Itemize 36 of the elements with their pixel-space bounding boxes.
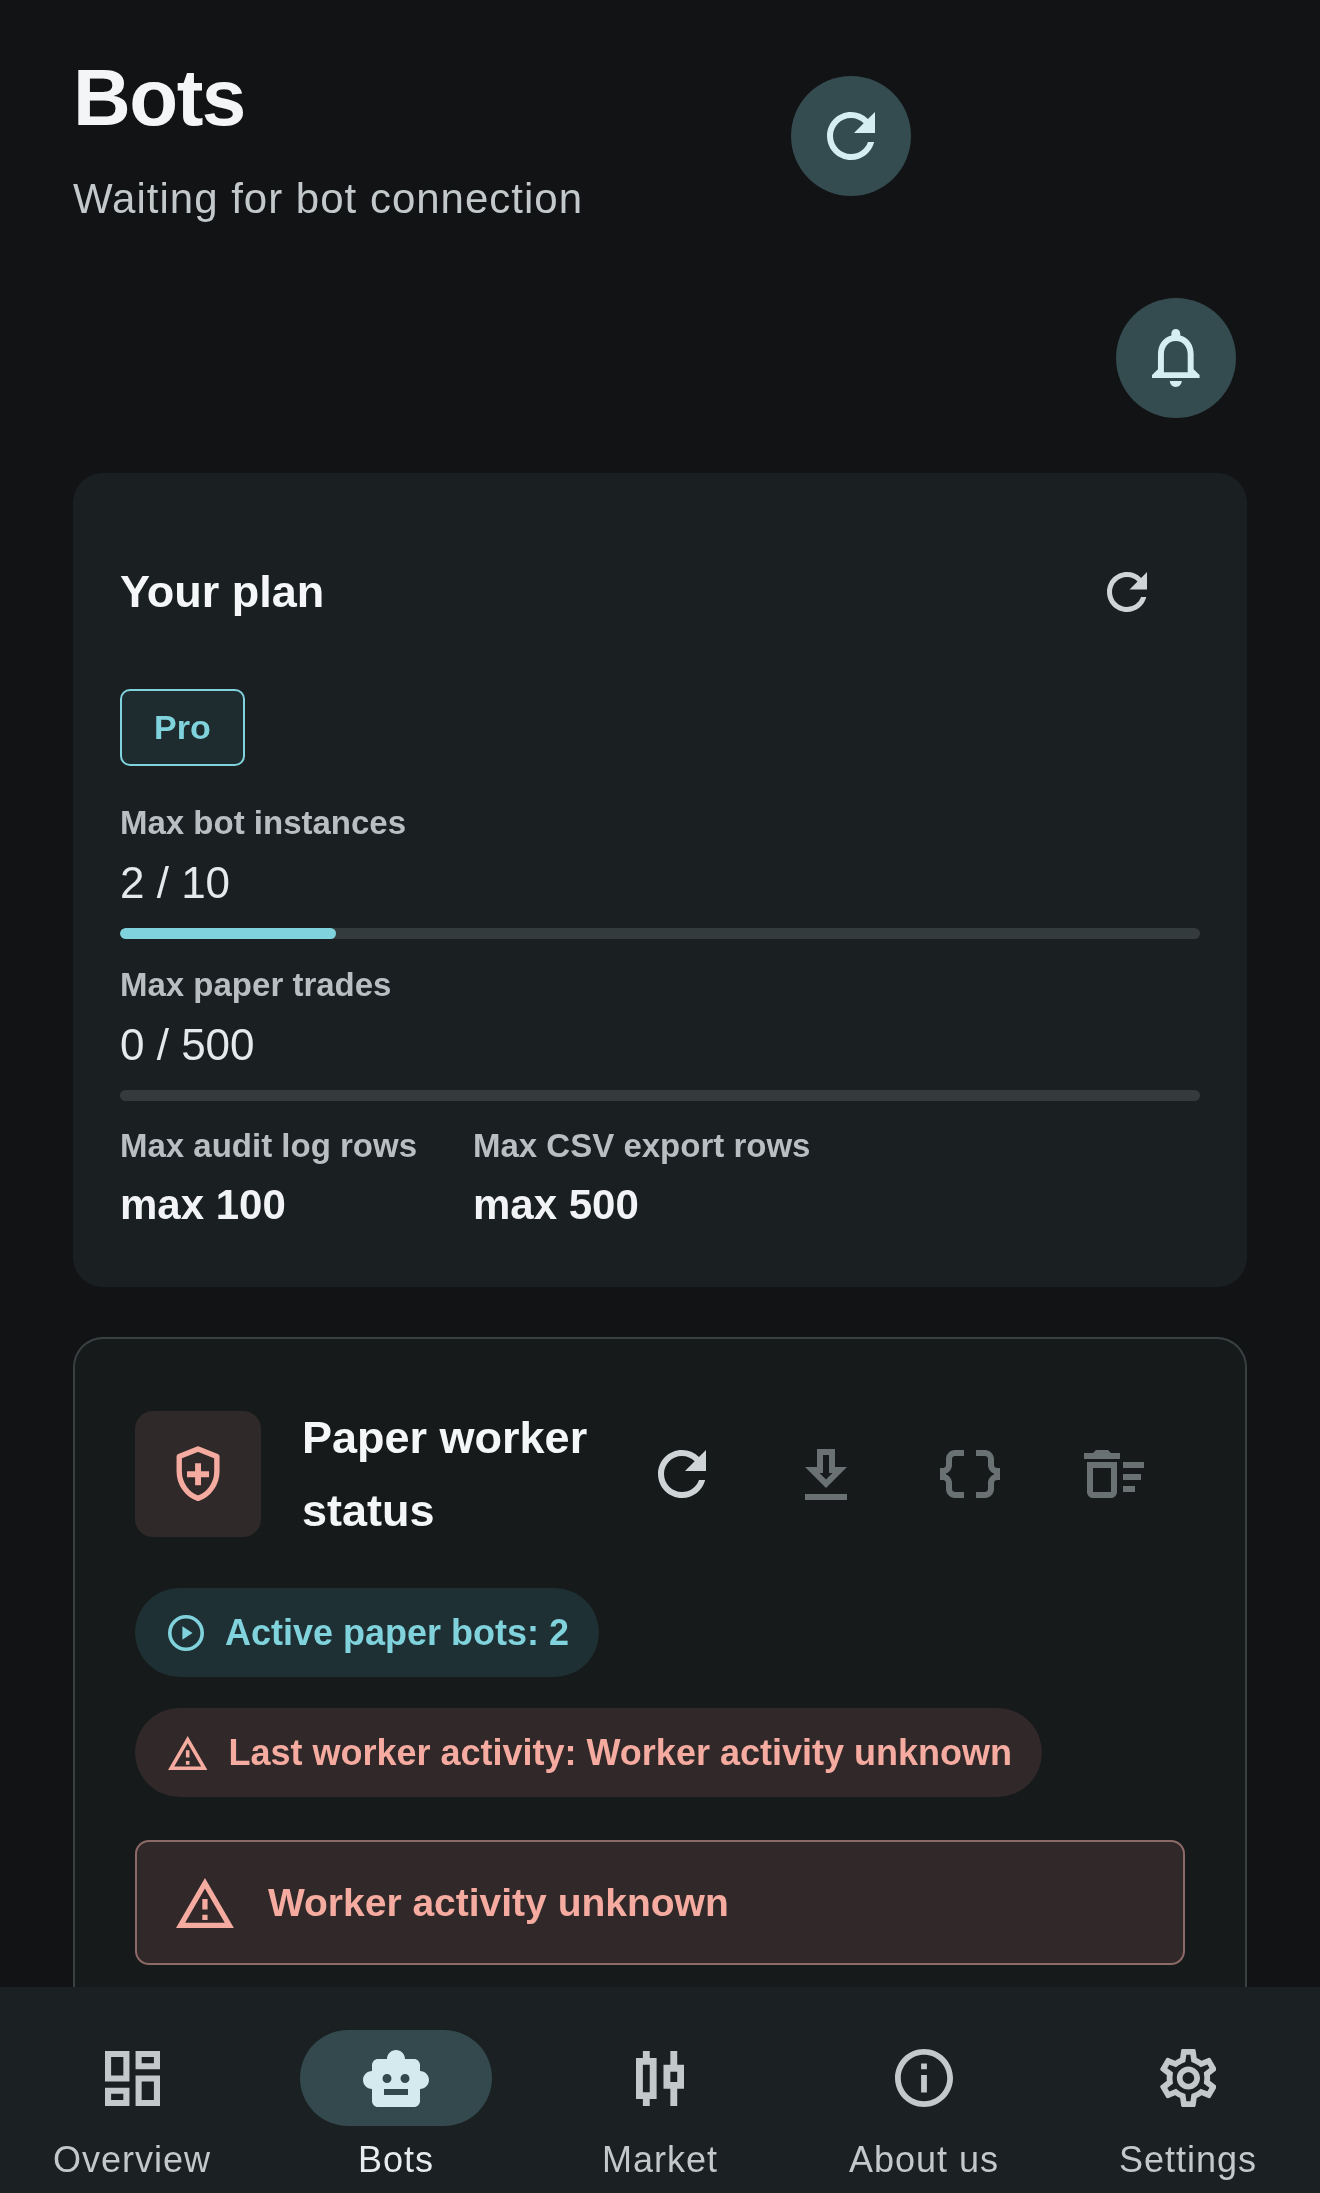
cap-value: max 500 [473,1180,639,1230]
refresh-icon [1107,572,1147,612]
nav-item[interactable]: Overview [0,1987,264,2193]
refresh-icon [827,112,875,160]
settings-icon [1159,2049,1217,2107]
warning-icon [168,1735,208,1770]
alert-text: Worker activity unknown [267,1880,729,1925]
chip-label: Active paper bots: 2 [225,1611,570,1654]
warning-icon [176,1877,234,1928]
dashboard-icon [104,2050,160,2106]
braces-icon [940,1450,1000,1498]
shield-icon [135,1411,261,1537]
nav-item[interactable]: Market [528,1987,792,2193]
limit-reading: 2 / 10 [120,858,231,908]
bell-icon [1152,329,1200,387]
nav-item[interactable]: About us [792,1987,1056,2193]
info-icon [895,2049,953,2107]
cap-label: Max audit log rows [120,1126,418,1166]
trash-icon [1084,1450,1144,1498]
card-title: Your plan [120,565,326,619]
nav-item[interactable]: Settings [1056,1987,1320,2193]
nav-item[interactable]: Bots [264,1987,528,2193]
cap-value: max 100 [120,1180,286,1230]
limit-label: Max bot instances [120,803,407,843]
chip-label: Last worker activity: Worker activity unknown [228,1731,1012,1774]
refresh-icon [658,1450,706,1498]
play-circle-icon [168,1614,204,1651]
cap-label: Max CSV export rows [473,1126,811,1166]
plan-tier-badge: Pro [120,689,245,766]
candlestick-icon [635,2050,685,2106]
page-title: Bots [73,53,245,143]
limit-label: Max paper trades [120,965,392,1005]
limit-reading: 0 / 500 [120,1020,255,1070]
card-title: Paper worker status [302,1411,589,1538]
download-icon [805,1448,847,1500]
page-subtitle: Waiting for bot connection [73,174,584,224]
